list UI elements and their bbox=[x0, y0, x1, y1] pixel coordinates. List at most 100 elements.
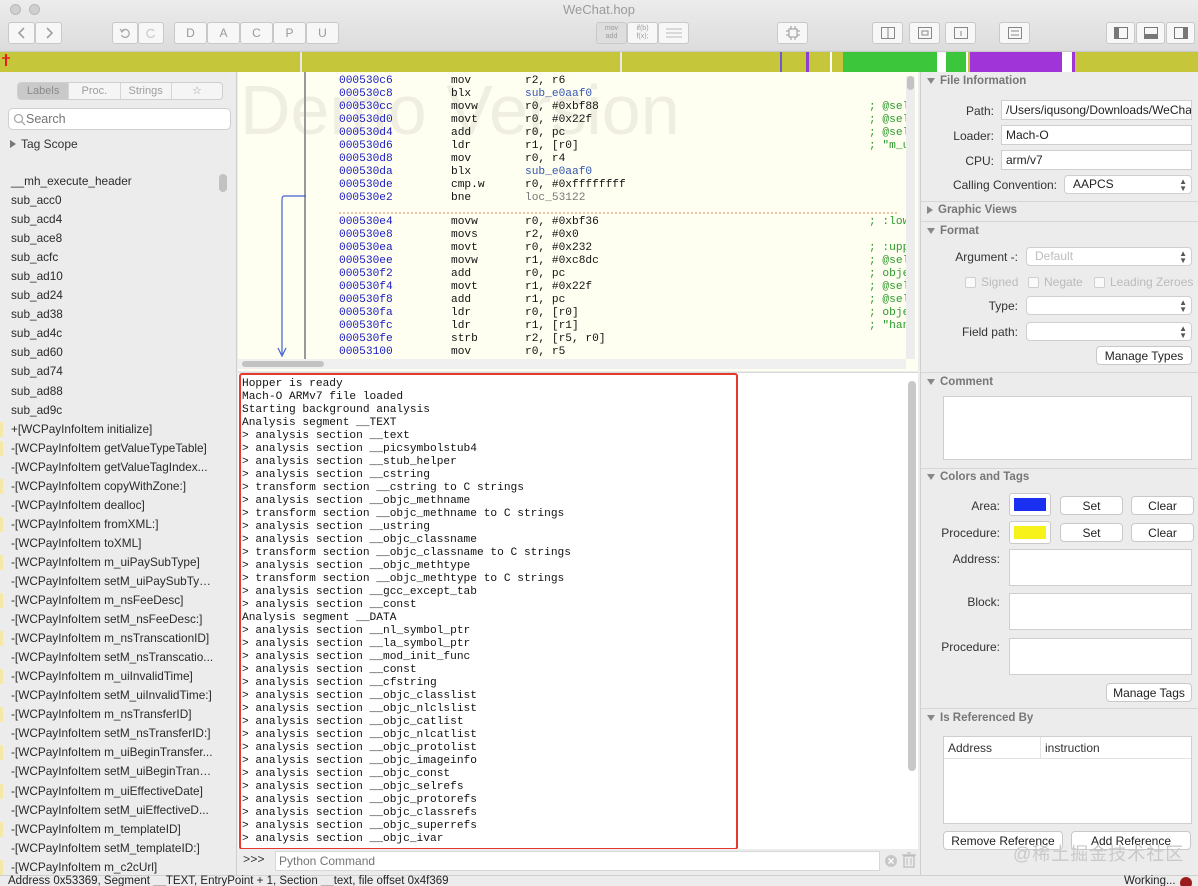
assembly-line[interactable]: 000530e4 movw r0, #0xbf36 ; :low bbox=[339, 216, 918, 229]
graphic-views-header[interactable]: Graphic Views bbox=[927, 204, 1017, 216]
hex-mode-button[interactable] bbox=[658, 22, 689, 44]
sidebar-label-item[interactable]: -[WCPayInfoItem getValueTypeTable] bbox=[0, 439, 214, 458]
disassembly-vertical-scrollbar[interactable] bbox=[906, 76, 915, 359]
cpu-field[interactable]: arm/v7 bbox=[1001, 150, 1192, 170]
references-table[interactable]: Address instruction bbox=[943, 736, 1192, 824]
sidebar-label-item[interactable]: -[WCPayInfoItem toXML] bbox=[0, 534, 214, 553]
sidebar-label-item[interactable]: sub_acc0 bbox=[0, 191, 214, 210]
sidebar-label-item[interactable]: -[WCPayInfoItem m_nsFeeDesc] bbox=[0, 591, 214, 610]
back-button[interactable] bbox=[8, 22, 35, 44]
signed-checkbox[interactable]: Signed bbox=[965, 275, 1018, 289]
procedure-tags-field[interactable] bbox=[1009, 638, 1192, 675]
assembly-line[interactable]: 000530fe strb r2, [r5, r0] bbox=[339, 333, 918, 346]
assembly-line[interactable]: 000530c8 blx sub_e0aaf0 bbox=[339, 88, 918, 101]
sidebar-label-item[interactable]: sub_ad4c bbox=[0, 324, 214, 343]
file-information-header[interactable]: File Information bbox=[927, 75, 1026, 87]
sidebar-label-item[interactable]: -[WCPayInfoItem getValueTagIndex... bbox=[0, 458, 214, 477]
assembly-line[interactable]: 000530da blx sub_e0aaf0 bbox=[339, 166, 918, 179]
sidebar-label-item[interactable]: sub_ad10 bbox=[0, 267, 214, 286]
tab-strings[interactable]: Strings bbox=[121, 83, 172, 99]
tab-procedures[interactable]: Proc. bbox=[69, 83, 121, 99]
sidebar-label-item[interactable]: sub_acfc bbox=[0, 248, 214, 267]
sidebar-label-item[interactable]: -[WCPayInfoItem setM_uiInvalidTime:] bbox=[0, 686, 214, 705]
sidebar-label-item[interactable]: -[WCPayInfoItem setM_uiEffectiveD... bbox=[0, 801, 214, 820]
path-field[interactable]: /Users/iqusong/Downloads/WeChat bbox=[1001, 100, 1192, 120]
split-view-button[interactable] bbox=[872, 22, 903, 44]
trash-icon[interactable] bbox=[902, 852, 916, 868]
manage-tags-button[interactable]: Manage Tags bbox=[1106, 683, 1192, 702]
pseudo-code-button[interactable]: if(b) f(x); bbox=[627, 22, 658, 44]
sidebar-label-item[interactable]: -[WCPayInfoItem m_uiInvalidTime] bbox=[0, 667, 214, 686]
search-input[interactable] bbox=[26, 112, 221, 126]
navigation-bar[interactable] bbox=[0, 52, 1198, 72]
area-color-well[interactable] bbox=[1009, 493, 1051, 516]
sidebar-label-item[interactable]: -[WCPayInfoItem setM_uiPaySubTyp... bbox=[0, 572, 214, 591]
assembly-line[interactable]: 000530d8 mov r0, r4 bbox=[339, 153, 918, 166]
sidebar-label-item[interactable]: -[WCPayInfoItem setM_nsFeeDesc:] bbox=[0, 610, 214, 629]
sidebar-label-item[interactable]: -[WCPayInfoItem fromXML:] bbox=[0, 515, 214, 534]
column-header-instruction[interactable]: instruction bbox=[1041, 737, 1100, 758]
sidebar-label-item[interactable]: -[WCPayInfoItem setM_uiBeginTrans... bbox=[0, 762, 214, 781]
assembly-line[interactable]: 000530c6 mov r2, r6 bbox=[339, 75, 918, 88]
sidebar-label-item[interactable]: __mh_execute_header bbox=[0, 172, 214, 191]
tab-bookmarks[interactable]: ☆ bbox=[172, 83, 222, 99]
undefined-button[interactable]: U bbox=[306, 22, 339, 44]
address-tags-field[interactable] bbox=[1009, 549, 1192, 586]
assembly-line[interactable]: 000530fa ldr r0, [r0] ; obje bbox=[339, 307, 918, 320]
graph-view-button[interactable] bbox=[909, 22, 940, 44]
leading-zeroes-checkbox[interactable]: Leading Zeroes bbox=[1094, 275, 1193, 289]
sidebar-label-item[interactable]: -[WCPayInfoItem dealloc] bbox=[0, 496, 214, 515]
code-button[interactable]: C bbox=[240, 22, 273, 44]
assembly-line[interactable]: 000530e2 bne loc_53122 bbox=[339, 192, 918, 205]
assembly-line[interactable]: 00053100 mov r0, r5 bbox=[339, 346, 918, 359]
procedure-color-well[interactable] bbox=[1009, 521, 1051, 544]
negate-checkbox[interactable]: Negate bbox=[1028, 275, 1083, 289]
sidebar-label-item[interactable]: sub_ad9c bbox=[0, 401, 214, 420]
assembly-line[interactable]: 000530ee movw r1, #0xc8dc ; @sel bbox=[339, 255, 918, 268]
type-select[interactable]: ▲ ▼ bbox=[1026, 296, 1192, 315]
sidebar-label-item[interactable]: sub_acd4 bbox=[0, 210, 214, 229]
block-tags-field[interactable] bbox=[1009, 593, 1192, 630]
sidebar-label-item[interactable]: -[WCPayInfoItem m_nsTranscationID] bbox=[0, 629, 214, 648]
sidebar-label-item[interactable]: -[WCPayInfoItem m_templateID] bbox=[0, 820, 214, 839]
labels-list[interactable]: __mh_execute_header sub_acc0 sub_acd4 sub_a… bbox=[0, 172, 214, 875]
comment-textarea[interactable] bbox=[943, 396, 1192, 460]
sidebar-label-item[interactable]: -[WCPayInfoItem m_nsTransferID] bbox=[0, 705, 214, 724]
scroll-thumb[interactable] bbox=[907, 76, 914, 90]
sidebar-label-item[interactable]: sub_ad38 bbox=[0, 305, 214, 324]
assembly-line[interactable]: 000530cc movw r0, #0xbf88 ; @sel bbox=[339, 101, 918, 114]
tab-labels[interactable]: Labels bbox=[18, 83, 70, 99]
python-command-input[interactable] bbox=[275, 851, 880, 871]
toggle-right-pane-button[interactable] bbox=[1166, 22, 1195, 44]
disassembly-horizontal-scrollbar[interactable] bbox=[238, 359, 906, 369]
search-field[interactable] bbox=[8, 108, 231, 130]
format-header[interactable]: Format bbox=[927, 225, 979, 237]
sidebar-label-item[interactable]: -[WCPayInfoItem setM_nsTranscatio... bbox=[0, 648, 214, 667]
toggle-left-pane-button[interactable] bbox=[1106, 22, 1135, 44]
redo-button[interactable] bbox=[138, 22, 164, 44]
sidebar-scrollbar[interactable] bbox=[219, 174, 227, 192]
data-button[interactable]: D bbox=[174, 22, 207, 44]
assembly-line[interactable]: 000530d6 ldr r1, [r0] ; "m_u bbox=[339, 140, 918, 153]
assembly-line[interactable]: 000530ea movt r0, #0x232 ; :upp bbox=[339, 242, 918, 255]
column-header-address[interactable]: Address bbox=[944, 737, 1041, 758]
clear-input-icon[interactable] bbox=[884, 854, 898, 868]
undo-button[interactable] bbox=[112, 22, 138, 44]
info-view-button[interactable] bbox=[945, 22, 976, 44]
sidebar-label-item[interactable]: -[WCPayInfoItem m_uiBeginTransfer... bbox=[0, 743, 214, 762]
assembly-line[interactable]: 000530de cmp.w r0, #0xffffffff bbox=[339, 179, 918, 192]
calling-convention-select[interactable]: AAPCS ▲ ▼ bbox=[1064, 175, 1192, 194]
sidebar-label-item[interactable]: sub_ad24 bbox=[0, 286, 214, 305]
argument-select[interactable]: Default ▲ ▼ bbox=[1026, 247, 1192, 266]
area-clear-button[interactable]: Clear bbox=[1131, 496, 1194, 515]
ascii-button[interactable]: A bbox=[207, 22, 240, 44]
sidebar-label-item[interactable]: -[WCPayInfoItem setM_nsTransferID:] bbox=[0, 724, 214, 743]
console-scrollbar[interactable] bbox=[908, 381, 916, 771]
procedure-button[interactable]: P bbox=[273, 22, 306, 44]
settings-button[interactable] bbox=[999, 22, 1030, 44]
colors-tags-header[interactable]: Colors and Tags bbox=[927, 471, 1029, 483]
assembly-line[interactable]: 000530f2 add r0, pc ; obje bbox=[339, 268, 918, 281]
referenced-by-header[interactable]: Is Referenced By bbox=[927, 712, 1033, 724]
procedure-clear-button[interactable]: Clear bbox=[1131, 523, 1194, 542]
procedure-set-button[interactable]: Set bbox=[1060, 523, 1123, 542]
